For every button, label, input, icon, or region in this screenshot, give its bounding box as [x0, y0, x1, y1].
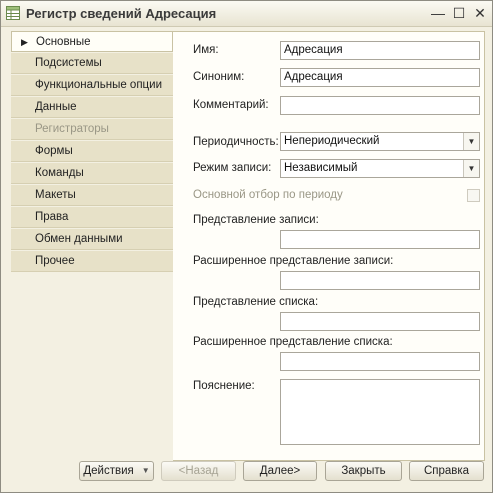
ext-record-repr-label: Расширенное представление записи:: [193, 255, 394, 267]
comment-label: Комментарий:: [193, 99, 269, 111]
nav-item-label: Обмен данными: [35, 233, 123, 245]
explanation-textarea[interactable]: [280, 379, 480, 445]
list-repr-label: Представление списка:: [193, 296, 319, 308]
close-dialog-button[interactable]: Закрыть: [325, 461, 402, 481]
window-title: Регистр сведений Адресация: [26, 6, 217, 21]
ext-list-repr-field[interactable]: [280, 352, 480, 371]
nav-item-label: Макеты: [35, 189, 76, 201]
comment-field[interactable]: [280, 96, 480, 115]
nav-item-label: Команды: [35, 167, 84, 179]
selected-arrow-icon: ▶: [21, 37, 28, 47]
table-icon: [6, 6, 20, 20]
nav-item-commands[interactable]: Команды: [11, 163, 173, 184]
next-button[interactable]: Далее>: [243, 461, 317, 481]
list-repr-field[interactable]: [280, 312, 480, 331]
nav-item-label: Прочее: [35, 255, 75, 267]
name-label: Имя:: [193, 44, 219, 56]
main-panel: Имя: Адресация Синоним: Адресация Коммен…: [173, 31, 485, 461]
nav-item-functional-options[interactable]: Функциональные опции: [11, 75, 173, 96]
chevron-down-icon: ▼: [141, 466, 150, 475]
actions-button[interactable]: Действия ▼: [79, 461, 154, 481]
write-mode-label: Режим записи:: [193, 162, 272, 174]
nav-item-label: Права: [35, 211, 69, 223]
record-repr-field[interactable]: [280, 230, 480, 249]
chevron-down-icon[interactable]: ▼: [463, 160, 479, 177]
nav-item-label: Формы: [35, 145, 73, 157]
synonym-field[interactable]: Адресация: [280, 68, 480, 87]
explanation-label: Пояснение:: [193, 380, 255, 392]
chevron-down-icon[interactable]: ▼: [463, 133, 479, 150]
record-repr-label: Представление записи:: [193, 214, 319, 226]
ext-record-repr-field[interactable]: [280, 271, 480, 290]
nav-item-label: Основные: [36, 36, 91, 48]
nav-item-main[interactable]: ▶ Основные: [11, 31, 173, 52]
nav-item-label: Регистраторы: [35, 123, 109, 135]
write-mode-value: Независимый: [284, 162, 358, 174]
nav-item-label: Подсистемы: [35, 57, 102, 69]
periodicity-select[interactable]: Непериодический ▼: [280, 132, 480, 151]
title-bar[interactable]: Регистр сведений Адресация — ☐ ✕: [1, 1, 492, 27]
nav-item-other[interactable]: Прочее: [11, 251, 173, 272]
period-filter-checkbox: [467, 189, 480, 202]
nav-item-data[interactable]: Данные: [11, 97, 173, 118]
synonym-label: Синоним:: [193, 71, 245, 83]
maximize-button[interactable]: ☐: [450, 4, 468, 22]
close-button[interactable]: ✕: [471, 4, 489, 22]
periodicity-value: Непериодический: [284, 135, 380, 147]
nav-item-label: Функциональные опции: [35, 79, 162, 91]
nav-item-registrators: Регистраторы: [11, 119, 173, 140]
nav-item-templates[interactable]: Макеты: [11, 185, 173, 206]
nav-item-rights[interactable]: Права: [11, 207, 173, 228]
metadata-window: Регистр сведений Адресация — ☐ ✕ ▶ Основ…: [0, 0, 493, 493]
nav-item-forms[interactable]: Формы: [11, 141, 173, 162]
nav-item-data-exchange[interactable]: Обмен данными: [11, 229, 173, 250]
ext-list-repr-label: Расширенное представление списка:: [193, 336, 393, 348]
name-field[interactable]: Адресация: [280, 41, 480, 60]
minimize-button[interactable]: —: [429, 4, 447, 22]
actions-label: Действия: [83, 465, 134, 478]
back-button: <Назад: [161, 461, 236, 481]
help-button[interactable]: Справка: [409, 461, 484, 481]
period-filter-label: Основной отбор по периоду: [193, 189, 343, 201]
nav-item-subsystems[interactable]: Подсистемы: [11, 53, 173, 74]
section-nav: ▶ Основные Подсистемы Функциональные опц…: [11, 31, 173, 273]
nav-item-label: Данные: [35, 101, 77, 113]
periodicity-label: Периодичность:: [193, 136, 279, 148]
write-mode-select[interactable]: Независимый ▼: [280, 159, 480, 178]
